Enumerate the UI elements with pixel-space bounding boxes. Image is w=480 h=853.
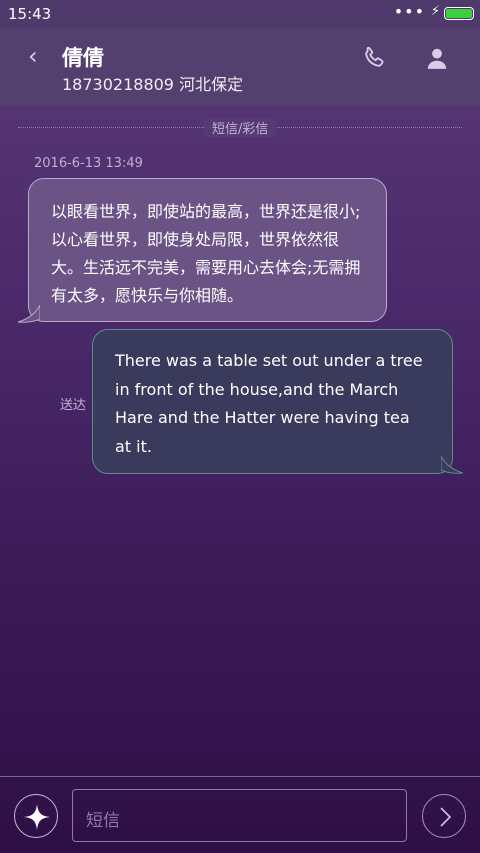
attachment-button[interactable]: [14, 794, 58, 838]
status-time: 15:43: [8, 5, 52, 23]
battery-icon: [444, 7, 474, 20]
incoming-message-bubble[interactable]: 以眼看世界，即使站的最高，世界还是很小;以心看世界，即使身处局限，世界依然很大。…: [28, 178, 387, 322]
contact-name: 倩倩: [62, 46, 104, 70]
outgoing-bubble-tail: [441, 456, 463, 474]
channel-divider: 短信/彩信: [18, 118, 462, 137]
incoming-bubble-tail: [18, 305, 40, 323]
channel-label: 短信/彩信: [204, 118, 277, 137]
message-input-placeholder: 短信: [86, 811, 120, 831]
charging-icon: ⚡: [430, 4, 440, 19]
signal-dots-icon: •••: [393, 2, 425, 21]
composer-separator: [0, 776, 480, 777]
send-button[interactable]: [422, 794, 466, 838]
contact-person-icon[interactable]: [424, 44, 450, 72]
sparkle-icon: [24, 804, 50, 830]
status-bar: 15:43 ••• ⚡: [0, 0, 480, 28]
conversation-header: ‹ 倩倩 18730218809 河北保定: [0, 28, 480, 106]
back-button[interactable]: ‹: [28, 42, 38, 70]
phone-icon[interactable]: [360, 44, 388, 72]
send-arrow-icon: [440, 807, 452, 827]
delivery-status: 送达: [60, 398, 87, 413]
message-timestamp: 2016-6-13 13:49: [34, 156, 143, 171]
outgoing-message-bubble[interactable]: There was a table set out under a tree i…: [92, 329, 453, 474]
message-input[interactable]: 短信: [72, 789, 407, 842]
contact-subtitle: 18730218809 河北保定: [62, 75, 244, 94]
